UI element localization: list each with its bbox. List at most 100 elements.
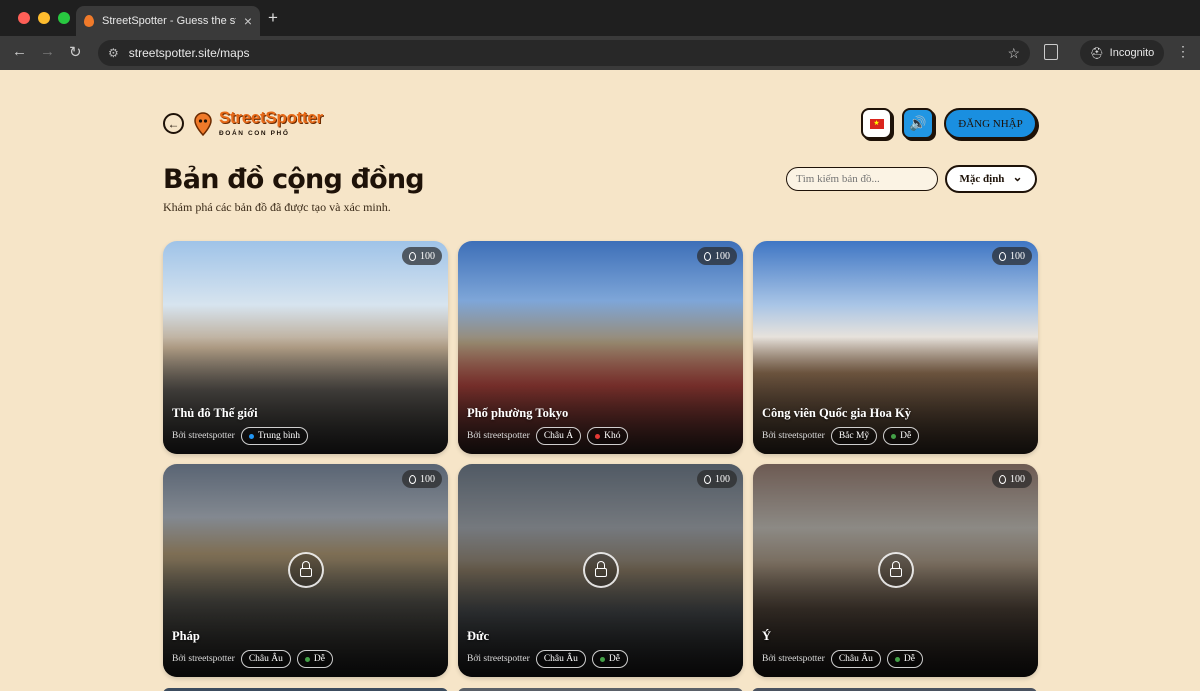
- location-count-badge: 100: [992, 247, 1032, 265]
- tag-label: Châu Âu: [248, 654, 283, 664]
- location-count-badge: 100: [697, 470, 737, 488]
- search-input[interactable]: [786, 167, 938, 191]
- site-settings-icon[interactable]: ⚙: [108, 46, 119, 60]
- tag-label: Trung bình: [257, 431, 300, 441]
- logo-subtitle: ĐOÁN CON PHỐ: [219, 130, 290, 137]
- logo-pin-icon: [194, 112, 212, 136]
- map-tag: Dễ: [591, 650, 628, 668]
- window-controls: [18, 12, 70, 24]
- tag-label: Khó: [604, 431, 621, 441]
- tag-label: Châu Á: [543, 431, 574, 441]
- map-tag: Châu Âu: [240, 650, 291, 668]
- map-card[interactable]: 100 Ý Bởi streetspotter Châu Âu Dễ: [753, 464, 1038, 677]
- map-author: Bởi streetspotter: [467, 431, 530, 441]
- map-author: Bởi streetspotter: [172, 654, 235, 664]
- location-count-badge: 100: [697, 247, 737, 265]
- tag-label: Dễ: [313, 654, 325, 664]
- map-tag: Trung bình: [240, 427, 308, 445]
- map-title: Ý: [762, 629, 772, 643]
- maximize-window-button[interactable]: [58, 12, 70, 24]
- map-author: Bởi streetspotter: [762, 654, 825, 664]
- location-count: 100: [1010, 473, 1025, 485]
- sort-label: Mặc định: [959, 173, 1005, 185]
- map-card[interactable]: 100 Đức Bởi streetspotter Châu Âu Dễ: [458, 464, 743, 677]
- difficulty-dot-icon: [599, 656, 605, 662]
- map-title: Thủ đô Thế giới: [172, 406, 258, 420]
- page-subtitle: Khám phá các bản đồ đã được tạo và xác m…: [163, 200, 391, 214]
- tag-label: Bắc Mỹ: [838, 431, 870, 441]
- difficulty-dot-icon: [891, 433, 897, 439]
- map-title: Phố phường Tokyo: [467, 406, 569, 420]
- pin-icon: [999, 251, 1006, 261]
- map-tag: Châu Âu: [830, 650, 881, 668]
- difficulty-dot-icon: [304, 656, 310, 662]
- new-tab-icon[interactable]: +: [268, 8, 278, 28]
- forward-arrow-icon[interactable]: →: [40, 43, 55, 60]
- url-text[interactable]: streetspotter.site/maps: [129, 46, 998, 60]
- pin-icon: [704, 251, 711, 261]
- close-window-button[interactable]: [18, 12, 30, 24]
- tag-label: Dễ: [608, 654, 620, 664]
- location-count-badge: 100: [992, 470, 1032, 488]
- map-title: Đức: [467, 629, 490, 643]
- map-tag: Châu Âu: [535, 650, 586, 668]
- card-gradient: [458, 241, 743, 454]
- speaker-icon: 🔊: [909, 115, 927, 131]
- reload-icon[interactable]: ↻: [69, 43, 82, 61]
- browser-toolbar: ← → ↻ ⚙ streetspotter.site/maps ☆ ⛑ Inco…: [0, 36, 1200, 70]
- bookmark-star-icon[interactable]: ☆: [1007, 45, 1020, 62]
- back-button[interactable]: ←: [163, 113, 184, 134]
- map-tag: Dễ: [296, 650, 333, 668]
- logo-text[interactable]: StreetSpotter: [219, 108, 323, 128]
- back-arrow-icon[interactable]: ←: [12, 43, 27, 60]
- pin-icon: [999, 474, 1006, 484]
- map-tag: Bắc Mỹ: [830, 427, 878, 445]
- more-menu-icon[interactable]: ⋮: [1176, 43, 1190, 60]
- location-count: 100: [1010, 250, 1025, 262]
- tab-title: StreetSpotter - Guess the str: [102, 15, 236, 27]
- incognito-badge[interactable]: ⛑ Incognito: [1080, 40, 1164, 66]
- map-author: Bởi streetspotter: [172, 431, 235, 441]
- sound-toggle-button[interactable]: 🔊: [902, 108, 934, 139]
- lock-icon: [878, 552, 914, 588]
- browser-tab[interactable]: StreetSpotter - Guess the str ×: [76, 6, 260, 36]
- map-card[interactable]: 100 Thủ đô Thế giới Bởi streetspotter Trung…: [163, 241, 448, 454]
- map-author: Bởi streetspotter: [467, 654, 530, 664]
- difficulty-dot-icon: [248, 433, 254, 439]
- location-count-badge: 100: [402, 247, 442, 265]
- map-tag: Dễ: [883, 427, 920, 445]
- favicon-icon: [84, 15, 94, 27]
- vietnam-flag-icon: ★: [869, 118, 884, 129]
- map-card[interactable]: 100 Công viên Quốc gia Hoa Kỳ Bởi streetsp…: [753, 241, 1038, 454]
- chevron-down-icon: ⌄: [1012, 169, 1023, 184]
- map-meta: Bởi streetspotter Châu Âu Dễ: [172, 650, 333, 668]
- location-count: 100: [420, 250, 435, 262]
- pin-icon: [409, 251, 416, 261]
- tag-label: Châu Âu: [838, 654, 873, 664]
- page-content: ← StreetSpotter ĐOÁN CON PHỐ ★ 🔊 ĐĂNG NH…: [0, 70, 1200, 691]
- tag-label: Châu Âu: [543, 654, 578, 664]
- close-tab-icon[interactable]: ×: [244, 13, 252, 29]
- map-meta: Bởi streetspotter Châu Âu Dễ: [762, 650, 923, 668]
- map-card[interactable]: 100 Phố phường Tokyo Bởi streetspotter Châu…: [458, 241, 743, 454]
- extensions-icon[interactable]: [1044, 44, 1058, 60]
- pin-icon: [704, 474, 711, 484]
- sort-dropdown[interactable]: Mặc định ⌄: [945, 165, 1037, 193]
- tag-label: Dễ: [900, 431, 912, 441]
- pin-icon: [409, 474, 416, 484]
- address-bar[interactable]: ⚙ streetspotter.site/maps ☆: [98, 40, 1030, 66]
- map-meta: Bởi streetspotter Châu Á Khó: [467, 427, 629, 445]
- map-card[interactable]: 100 Pháp Bởi streetspotter Châu Âu Dễ: [163, 464, 448, 677]
- map-tag: Khó: [587, 427, 629, 445]
- login-button[interactable]: ĐĂNG NHẬP: [944, 108, 1037, 139]
- lock-icon: [288, 552, 324, 588]
- language-button[interactable]: ★: [861, 108, 892, 139]
- minimize-window-button[interactable]: [38, 12, 50, 24]
- map-title: Công viên Quốc gia Hoa Kỳ: [762, 406, 911, 420]
- map-title: Pháp: [172, 629, 200, 643]
- difficulty-dot-icon: [894, 656, 900, 662]
- tag-label: Dễ: [903, 654, 915, 664]
- map-author: Bởi streetspotter: [762, 431, 825, 441]
- location-count: 100: [715, 473, 730, 485]
- card-gradient: [163, 241, 448, 454]
